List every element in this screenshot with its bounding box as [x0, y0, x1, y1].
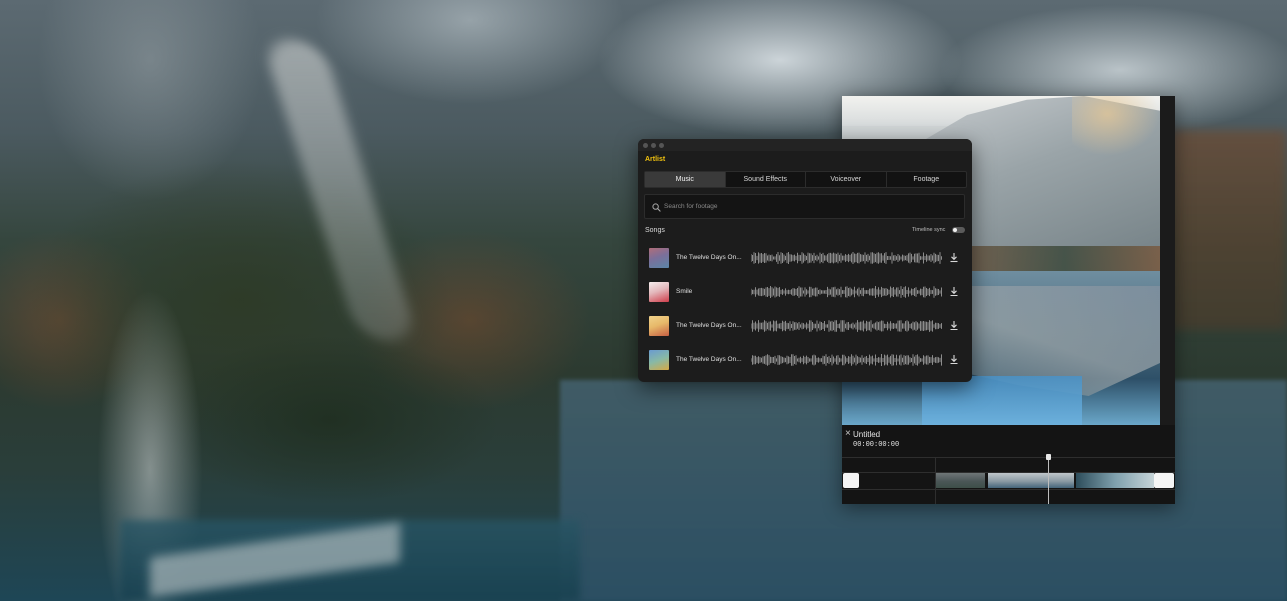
preview-sunlight — [1072, 96, 1160, 156]
song-cover — [649, 248, 669, 268]
project-title: Untitled — [853, 430, 881, 439]
tab-footage[interactable]: Footage — [887, 172, 967, 187]
song-waveform[interactable] — [751, 251, 943, 265]
video-clip[interactable] — [1076, 473, 1154, 488]
wallpaper-forest — [1170, 130, 1287, 330]
preview-side-bar — [1160, 96, 1175, 425]
search-input[interactable] — [664, 195, 954, 218]
tab-sound-effects[interactable]: Sound Effects — [726, 172, 806, 187]
song-cover — [649, 282, 669, 302]
preview-blue-water — [922, 376, 1082, 425]
clip-start-handle[interactable] — [843, 473, 859, 488]
window-close-dot[interactable] — [643, 143, 648, 148]
artlist-panel: Artlist Music Sound Effects Voiceover Fo… — [638, 139, 972, 382]
close-icon[interactable]: × — [845, 429, 851, 439]
song-cover — [649, 350, 669, 370]
window-zoom-dot[interactable] — [659, 143, 664, 148]
clip-end-handle[interactable] — [1154, 473, 1174, 488]
song-title: The Twelve Days On... — [676, 356, 742, 363]
timeline-sync-toggle[interactable] — [952, 227, 965, 233]
playhead-knob[interactable] — [1046, 454, 1051, 460]
song-cover — [649, 316, 669, 336]
song-row[interactable]: Smile — [644, 277, 966, 307]
song-row[interactable]: The Twelve Days On... — [644, 345, 966, 375]
tab-voiceover[interactable]: Voiceover — [806, 172, 887, 187]
section-title: Songs — [645, 227, 665, 234]
search-box[interactable] — [644, 194, 965, 219]
brand-logo: Artlist — [645, 156, 666, 163]
video-clip[interactable] — [936, 473, 985, 488]
timeline-header: × Untitled 00:00:00:00 — [842, 426, 1175, 456]
timeline[interactable] — [842, 454, 1175, 504]
song-title: Smile — [676, 288, 693, 295]
song-title: The Twelve Days On... — [676, 322, 742, 329]
song-row[interactable]: The Twelve Days On... — [644, 311, 966, 341]
download-icon[interactable] — [949, 354, 959, 365]
window-minimize-dot[interactable] — [651, 143, 656, 148]
song-waveform[interactable] — [751, 285, 943, 299]
tab-music[interactable]: Music — [645, 172, 726, 187]
timeline-divider — [842, 489, 1175, 490]
timeline-divider — [842, 457, 1175, 458]
download-icon[interactable] — [949, 320, 959, 331]
category-tabs: Music Sound Effects Voiceover Footage — [644, 171, 967, 188]
video-clip[interactable] — [988, 473, 1074, 488]
song-row[interactable]: The Twelve Days On... — [644, 243, 966, 273]
song-waveform[interactable] — [751, 319, 943, 333]
download-icon[interactable] — [949, 286, 959, 297]
panel-titlebar[interactable] — [638, 139, 972, 151]
search-icon — [652, 203, 661, 212]
playhead[interactable] — [1048, 457, 1049, 504]
timeline-sync-label: Timeline sync — [912, 227, 946, 233]
song-title: The Twelve Days On... — [676, 254, 742, 261]
download-icon[interactable] — [949, 252, 959, 263]
song-waveform[interactable] — [751, 353, 943, 367]
timecode: 00:00:00:00 — [853, 441, 900, 449]
